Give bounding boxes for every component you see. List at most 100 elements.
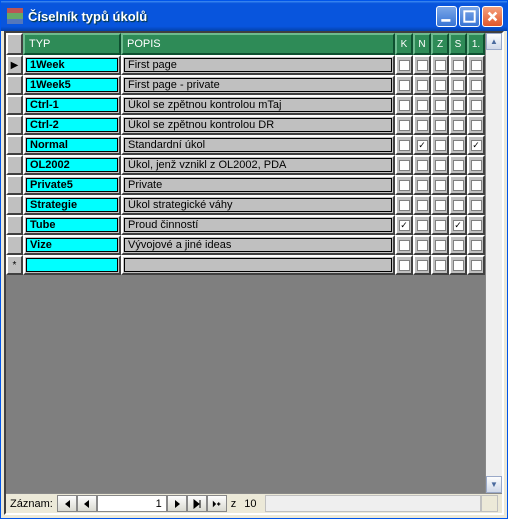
cell-check[interactable] [395, 175, 413, 195]
checkbox[interactable] [453, 260, 464, 271]
typ-field[interactable]: Normal [26, 138, 118, 152]
checkbox[interactable] [435, 260, 446, 271]
cell-check[interactable] [413, 215, 431, 235]
popis-field[interactable]: Private [124, 178, 392, 192]
cell-check[interactable] [467, 255, 485, 275]
typ-field[interactable]: Strategie [26, 198, 118, 212]
checkbox[interactable] [471, 240, 482, 251]
checkbox[interactable]: ✓ [399, 220, 410, 231]
record-number-input[interactable] [97, 495, 167, 512]
cell-typ[interactable]: Tube [23, 215, 121, 235]
cell-check[interactable] [431, 75, 449, 95]
checkbox[interactable] [435, 180, 446, 191]
cell-typ[interactable]: Strategie [23, 195, 121, 215]
cell-check[interactable]: ✓ [449, 215, 467, 235]
row-selector[interactable] [6, 95, 23, 115]
table-row[interactable]: NormalStandardní úkol✓✓ [6, 135, 485, 155]
cell-typ[interactable]: Normal [23, 135, 121, 155]
cell-typ[interactable] [23, 255, 121, 275]
typ-field[interactable]: 1Week [26, 58, 118, 72]
popis-field[interactable] [124, 258, 392, 272]
checkbox[interactable] [399, 200, 410, 211]
row-selector[interactable]: * [6, 255, 23, 275]
col-header-typ[interactable]: TYP [23, 33, 121, 55]
popis-field[interactable]: Vývojové a jiné ideas [124, 238, 392, 252]
cell-popis[interactable]: Standardní úkol [121, 135, 395, 155]
cell-popis[interactable]: Úkol, jenž vznikl z OL2002, PDA [121, 155, 395, 175]
cell-check[interactable] [395, 95, 413, 115]
col-header-popis[interactable]: POPIS [121, 33, 395, 55]
checkbox[interactable] [471, 160, 482, 171]
table-row[interactable]: Vize Vývojové a jiné ideas [6, 235, 485, 255]
vertical-scrollbar[interactable]: ▲ ▼ [485, 33, 502, 493]
row-selector[interactable] [6, 135, 23, 155]
table-row[interactable]: Ctrl-2 Úkol se zpětnou kontrolou DR [6, 115, 485, 135]
typ-field[interactable]: Private5 [26, 178, 118, 192]
table-row[interactable]: Private5 Private [6, 175, 485, 195]
cell-check[interactable] [467, 235, 485, 255]
typ-field[interactable]: 1Week5 [26, 78, 118, 92]
cell-typ[interactable]: Private5 [23, 175, 121, 195]
cell-check[interactable] [395, 255, 413, 275]
prev-record-button[interactable] [77, 495, 97, 512]
checkbox[interactable] [399, 160, 410, 171]
table-row[interactable]: 1Week5First page - private [6, 75, 485, 95]
cell-popis[interactable]: Úkol se zpětnou kontrolou mTaj [121, 95, 395, 115]
row-selector-header[interactable] [6, 33, 23, 55]
next-record-button[interactable] [167, 495, 187, 512]
cell-check[interactable] [413, 115, 431, 135]
titlebar[interactable]: Číselník typů úkolů [1, 1, 507, 31]
cell-check[interactable] [449, 255, 467, 275]
row-selector[interactable] [6, 75, 23, 95]
cell-popis[interactable]: Úkol strategické váhy [121, 195, 395, 215]
cell-check[interactable] [431, 235, 449, 255]
checkbox[interactable] [399, 100, 410, 111]
close-button[interactable] [482, 6, 503, 27]
scroll-track[interactable] [486, 50, 502, 476]
cell-check[interactable] [449, 115, 467, 135]
cell-check[interactable] [467, 175, 485, 195]
checkbox[interactable] [435, 240, 446, 251]
checkbox[interactable] [453, 100, 464, 111]
typ-field[interactable]: Ctrl-2 [26, 118, 118, 132]
checkbox[interactable] [435, 100, 446, 111]
cell-check[interactable] [449, 175, 467, 195]
row-selector[interactable] [6, 155, 23, 175]
table-row[interactable]: TubeProud činností✓✓ [6, 215, 485, 235]
checkbox[interactable] [453, 240, 464, 251]
cell-check[interactable] [467, 55, 485, 75]
typ-field[interactable]: Ctrl-1 [26, 98, 118, 112]
cell-check[interactable] [395, 55, 413, 75]
cell-popis[interactable]: First page - private [121, 75, 395, 95]
cell-typ[interactable]: Vize [23, 235, 121, 255]
cell-check[interactable] [431, 175, 449, 195]
cell-check[interactable] [449, 195, 467, 215]
scroll-down-button[interactable]: ▼ [486, 476, 502, 493]
col-header-1[interactable]: 1. [467, 33, 485, 55]
cell-popis[interactable]: Private [121, 175, 395, 195]
popis-field[interactable]: First page [124, 58, 392, 72]
cell-check[interactable] [413, 175, 431, 195]
minimize-button[interactable] [436, 6, 457, 27]
popis-field[interactable]: Úkol se zpětnou kontrolou DR [124, 118, 392, 132]
cell-check[interactable] [413, 195, 431, 215]
table-row[interactable]: StrategieÚkol strategické váhy [6, 195, 485, 215]
cell-check[interactable] [431, 135, 449, 155]
typ-field[interactable]: Vize [26, 238, 118, 252]
cell-popis[interactable]: Úkol se zpětnou kontrolou DR [121, 115, 395, 135]
col-header-z[interactable]: Z [431, 33, 449, 55]
checkbox[interactable] [435, 220, 446, 231]
cell-check[interactable] [449, 155, 467, 175]
cell-check[interactable] [395, 235, 413, 255]
checkbox[interactable] [453, 80, 464, 91]
cell-check[interactable] [449, 135, 467, 155]
cell-check[interactable] [467, 155, 485, 175]
cell-check[interactable] [449, 235, 467, 255]
cell-check[interactable] [449, 75, 467, 95]
maximize-button[interactable] [459, 6, 480, 27]
cell-typ[interactable]: Ctrl-2 [23, 115, 121, 135]
checkbox[interactable] [435, 80, 446, 91]
row-selector[interactable] [6, 175, 23, 195]
row-selector[interactable]: ▶ [6, 55, 23, 75]
checkbox[interactable] [417, 180, 428, 191]
